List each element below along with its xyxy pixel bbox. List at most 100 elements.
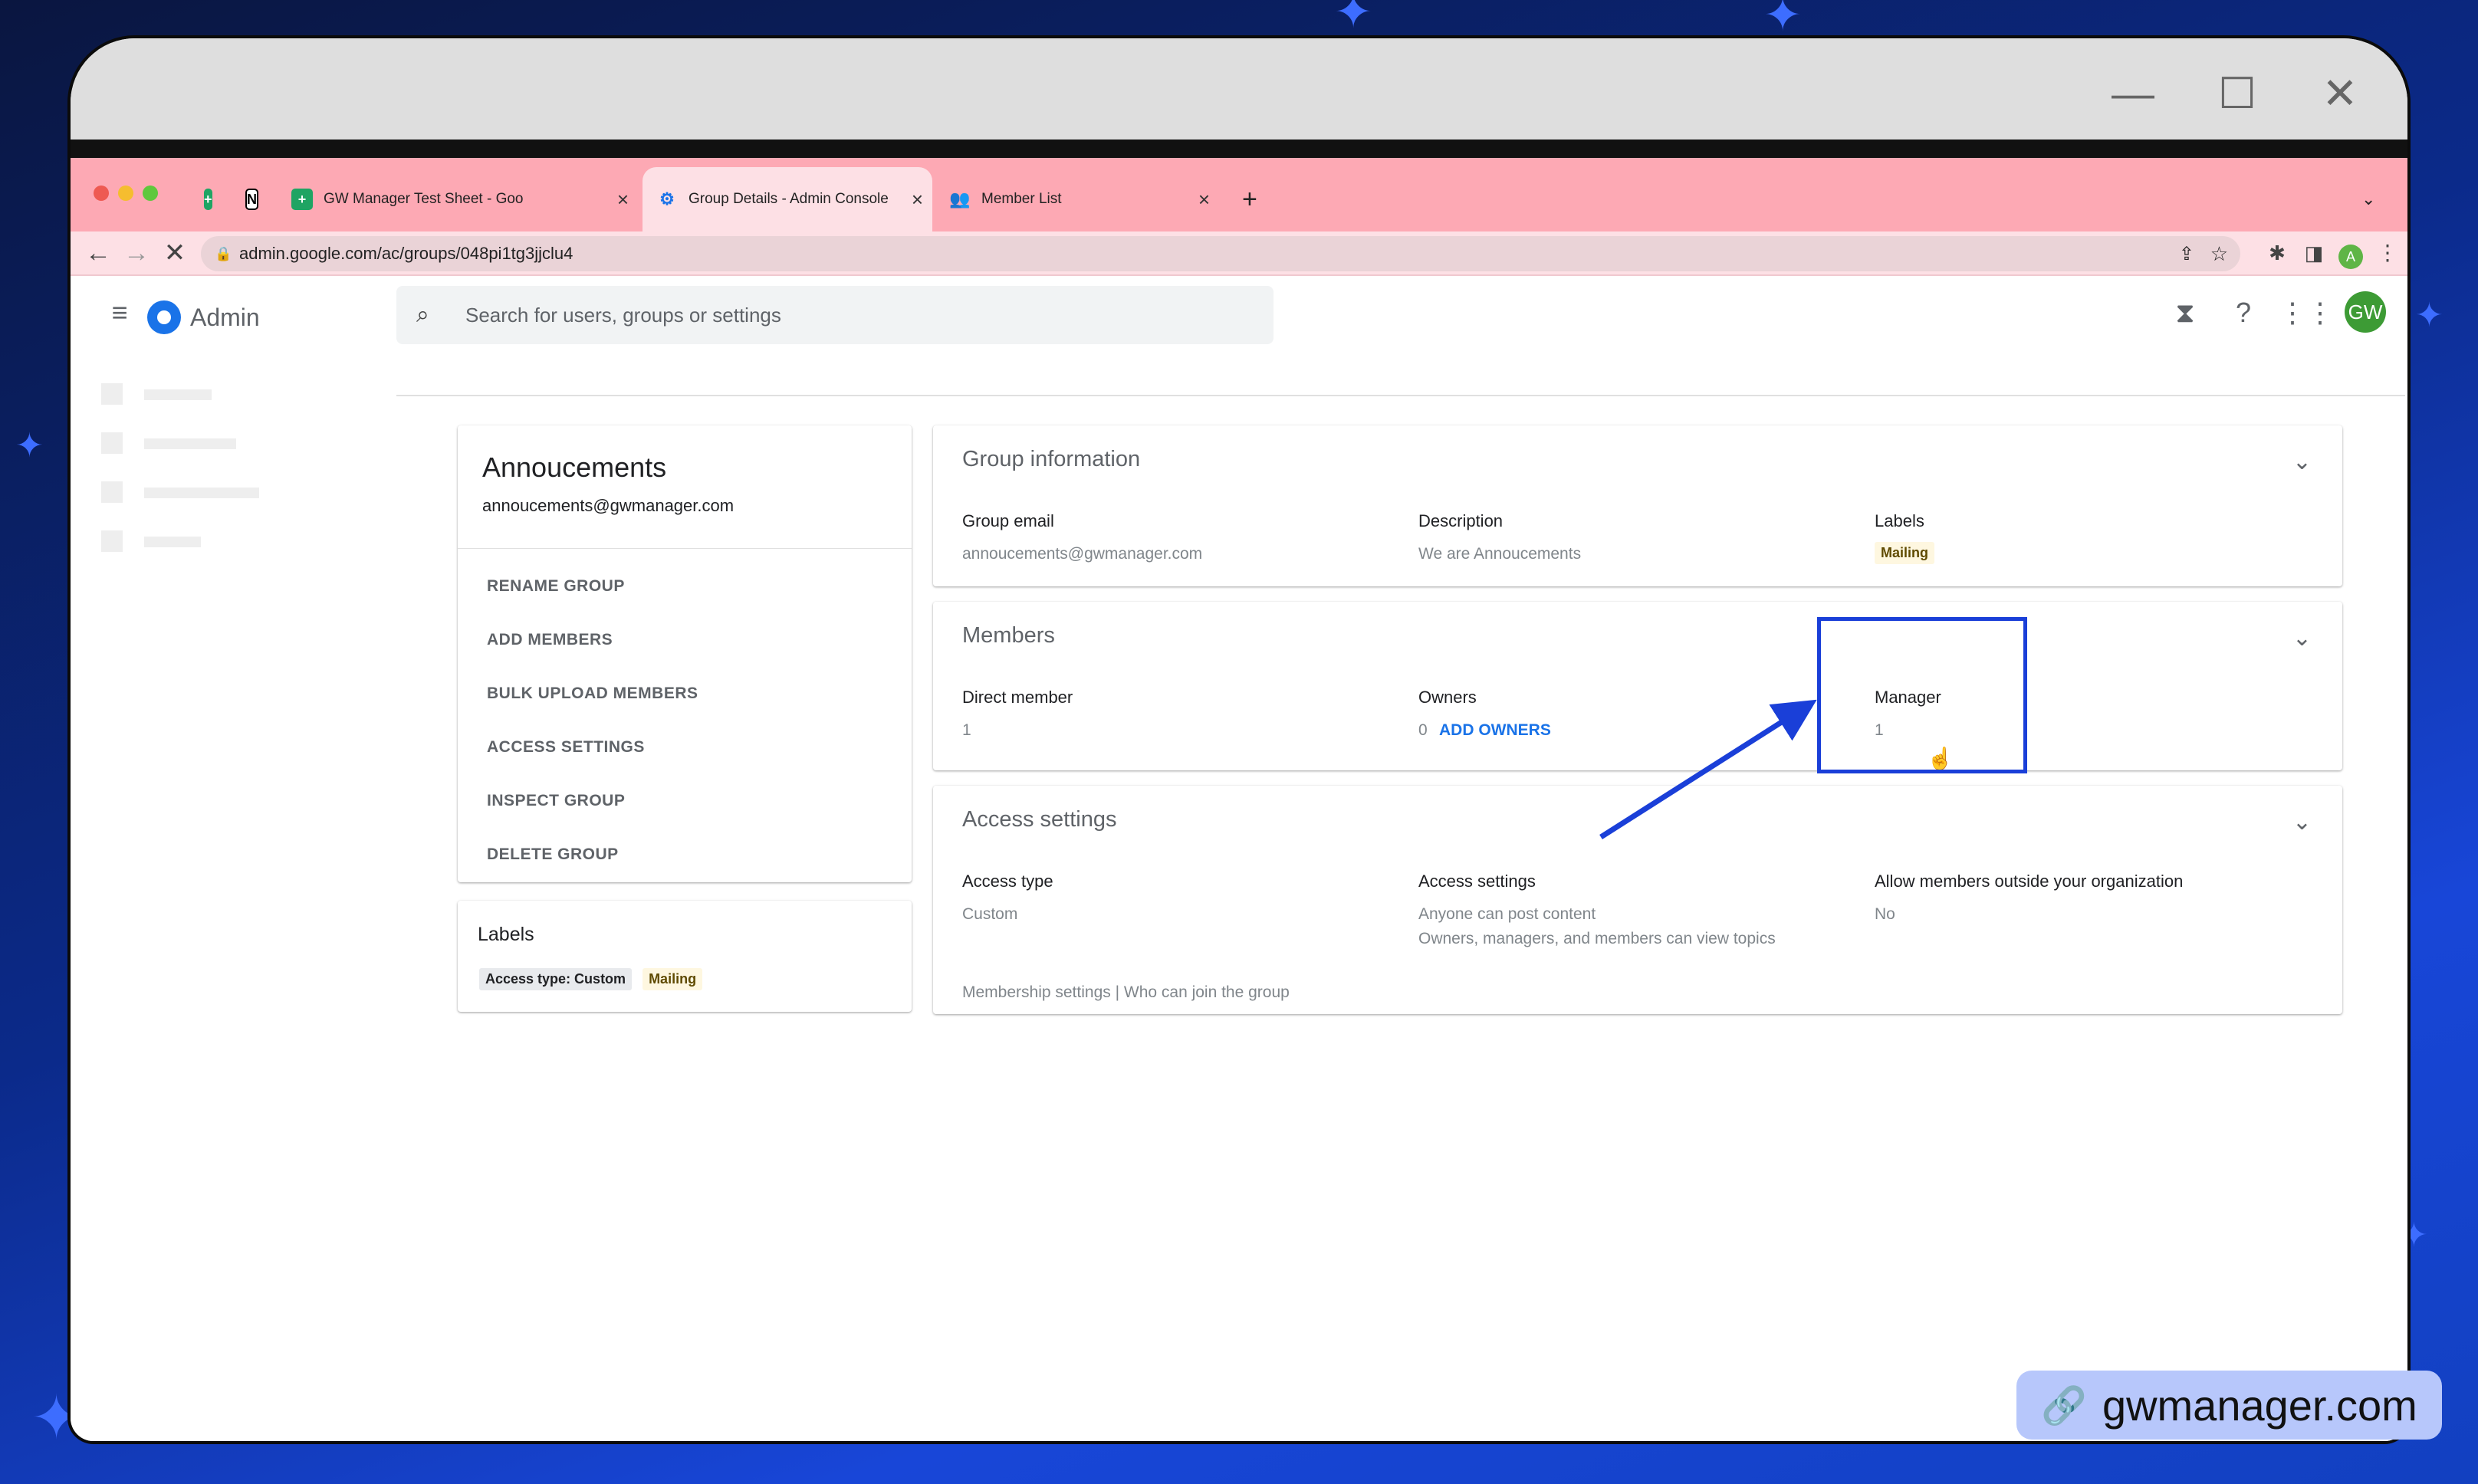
nav-skeleton-icon xyxy=(101,481,123,503)
inspect-group-button[interactable]: INSPECT GROUP xyxy=(487,792,625,810)
access-settings-card: Access settings ⌄ Access type Custom Acc… xyxy=(933,786,2342,1014)
stop-loading-icon[interactable]: ✕ xyxy=(158,236,192,270)
url-text: admin.google.com/ac/groups/048pi1tg3jjcl… xyxy=(239,244,573,263)
hourglass-icon[interactable]: ⧗ xyxy=(2164,291,2207,334)
admin-logo[interactable]: Admin xyxy=(147,300,260,334)
tab-close-icon[interactable]: × xyxy=(1198,188,1210,212)
window-frame xyxy=(71,140,2407,158)
lock-icon: 🔒 xyxy=(215,245,232,261)
group-name: Annoucements xyxy=(482,451,667,483)
profile-avatar[interactable]: A xyxy=(2334,236,2368,270)
traffic-light-close[interactable] xyxy=(94,186,109,201)
new-tab-button[interactable]: + xyxy=(1228,167,1274,231)
owners-label: Owners xyxy=(1418,688,1477,707)
people-icon: 👥 xyxy=(949,189,971,208)
tab-close-icon[interactable]: × xyxy=(617,188,629,212)
group-email: annoucements@gwmanager.com xyxy=(482,496,735,515)
tab-group-details[interactable]: ⚙ Group Details - Admin Console × xyxy=(643,167,932,231)
rename-group-button[interactable]: RENAME GROUP xyxy=(487,577,625,596)
labels-list: Access type: Custom Mailing xyxy=(479,968,703,990)
bookmark-star-icon[interactable]: ☆ xyxy=(2210,242,2228,266)
description-value: We are Annoucements xyxy=(1418,545,1582,563)
group-information-title: Group information xyxy=(962,447,1141,471)
tab-close-icon[interactable]: × xyxy=(912,188,923,212)
header-divider xyxy=(396,395,2405,396)
labels-card: Labels Access type: Custom Mailing xyxy=(458,901,912,1012)
labels-value: Mailing xyxy=(1875,542,1934,564)
back-icon[interactable]: ← xyxy=(81,236,115,270)
pinned-tab-notion[interactable]: N xyxy=(232,167,270,231)
group-information-card: Group information ⌄ Group email annoucem… xyxy=(933,425,2342,586)
access-settings-title: Access settings xyxy=(962,807,1117,832)
browser-menu-icon[interactable]: ⋮ xyxy=(2371,236,2404,270)
sparkle-decoration: ✦ xyxy=(2415,297,2443,334)
forward-icon[interactable]: → xyxy=(120,236,153,270)
owners-count: 0 xyxy=(1418,721,1428,739)
side-panel-icon[interactable]: ◨ xyxy=(2297,236,2331,270)
access-type-value: Custom xyxy=(962,905,1018,923)
sparkle-decoration: ✦ xyxy=(15,427,44,465)
tab-label: GW Manager Test Sheet - Goo xyxy=(324,191,524,207)
admin-header: ≡ Admin ⌕ Search for users, groups or se… xyxy=(71,276,2407,368)
card-divider xyxy=(458,548,912,549)
group-email-value: annoucements@gwmanager.com xyxy=(962,545,1203,563)
membership-settings-footer: Membership settings | Who can join the g… xyxy=(962,983,1290,1001)
share-icon[interactable]: ⇪ xyxy=(2179,243,2194,265)
nav-skeleton-line xyxy=(144,389,212,400)
delete-group-button[interactable]: DELETE GROUP xyxy=(487,845,619,864)
search-input[interactable]: ⌕ Search for users, groups or settings xyxy=(396,286,1274,344)
maximize-icon[interactable]: ☐ xyxy=(2214,71,2260,117)
os-titlebar: — ☐ ✕ xyxy=(71,38,2407,140)
description-label: Description xyxy=(1418,511,1504,530)
address-bar[interactable]: 🔒 admin.google.com/ac/groups/048pi1tg3jj… xyxy=(201,236,2240,271)
nav-skeleton-line xyxy=(144,488,259,498)
labels-title: Labels xyxy=(478,924,534,945)
tab-gw-manager-sheet[interactable]: + GW Manager Test Sheet - Goo × xyxy=(278,167,638,231)
access-settings-label: Access settings xyxy=(1418,872,1536,891)
tab-label: Group Details - Admin Console xyxy=(689,191,889,207)
main-menu-icon[interactable]: ≡ xyxy=(98,291,141,334)
tab-member-list[interactable]: 👥 Member List × xyxy=(935,167,1219,231)
access-type-label: Access type xyxy=(962,872,1053,891)
extensions-icon[interactable]: ✱ xyxy=(2260,236,2294,270)
sparkle-decoration: ✦ xyxy=(1763,0,1803,41)
tab-label: Member List xyxy=(981,191,1062,207)
access-settings-value-1: Anyone can post content xyxy=(1418,905,1596,923)
members-card: Members ⌄ Direct member 1 Owners 0 ADD O… xyxy=(933,602,2342,770)
nav-skeleton-icon xyxy=(101,530,123,552)
app-name: Admin xyxy=(190,303,260,331)
tab-list-chevron-icon[interactable]: ⌄ xyxy=(2348,167,2394,231)
label-chip-mailing: Mailing xyxy=(1875,542,1934,564)
help-icon[interactable]: ? xyxy=(2222,291,2265,334)
browser-tab-strip: + N + GW Manager Test Sheet - Goo × ⚙ Gr… xyxy=(71,158,2407,231)
outside-members-label: Allow members outside your organization xyxy=(1875,872,2184,891)
traffic-light-zoom[interactable] xyxy=(143,186,158,201)
close-icon[interactable]: ✕ xyxy=(2317,71,2363,117)
group-email-label: Group email xyxy=(962,511,1054,530)
chevron-down-icon[interactable]: ⌄ xyxy=(2292,625,2312,652)
apps-grid-icon[interactable]: ⋮⋮ xyxy=(2279,291,2334,334)
direct-member-label: Direct member xyxy=(962,688,1073,707)
access-settings-button[interactable]: ACCESS SETTINGS xyxy=(487,738,645,757)
pinned-tab-sheets[interactable]: + xyxy=(190,167,228,231)
chevron-down-icon[interactable]: ⌄ xyxy=(2292,448,2312,475)
group-summary-card: Annoucements annoucements@gwmanager.com … xyxy=(458,425,912,882)
add-owners-link[interactable]: ADD OWNERS xyxy=(1439,721,1551,740)
minimize-icon[interactable]: — xyxy=(2110,71,2156,117)
link-icon: 🔗 xyxy=(2041,1385,2087,1427)
search-icon: ⌕ xyxy=(416,302,429,327)
labels-label: Labels xyxy=(1875,511,1924,530)
bulk-upload-members-button[interactable]: BULK UPLOAD MEMBERS xyxy=(487,685,698,703)
google-sheets-icon: + xyxy=(291,189,313,210)
notion-icon: N xyxy=(245,189,258,210)
chevron-down-icon[interactable]: ⌄ xyxy=(2292,809,2312,836)
add-members-button[interactable]: ADD MEMBERS xyxy=(487,631,613,649)
admin-page: ≡ Admin ⌕ Search for users, groups or se… xyxy=(71,276,2407,1441)
os-window: — ☐ ✕ + N + GW Manager Test Sheet - Goo … xyxy=(71,38,2407,1441)
brand-watermark: 🔗 gwmanager.com xyxy=(2016,1371,2442,1440)
google-sheets-icon: + xyxy=(204,189,212,210)
account-avatar[interactable]: GW xyxy=(2345,291,2386,333)
label-chip-access-type: Access type: Custom xyxy=(479,968,633,990)
nav-skeleton-icon xyxy=(101,432,123,454)
traffic-light-minimize[interactable] xyxy=(118,186,133,201)
